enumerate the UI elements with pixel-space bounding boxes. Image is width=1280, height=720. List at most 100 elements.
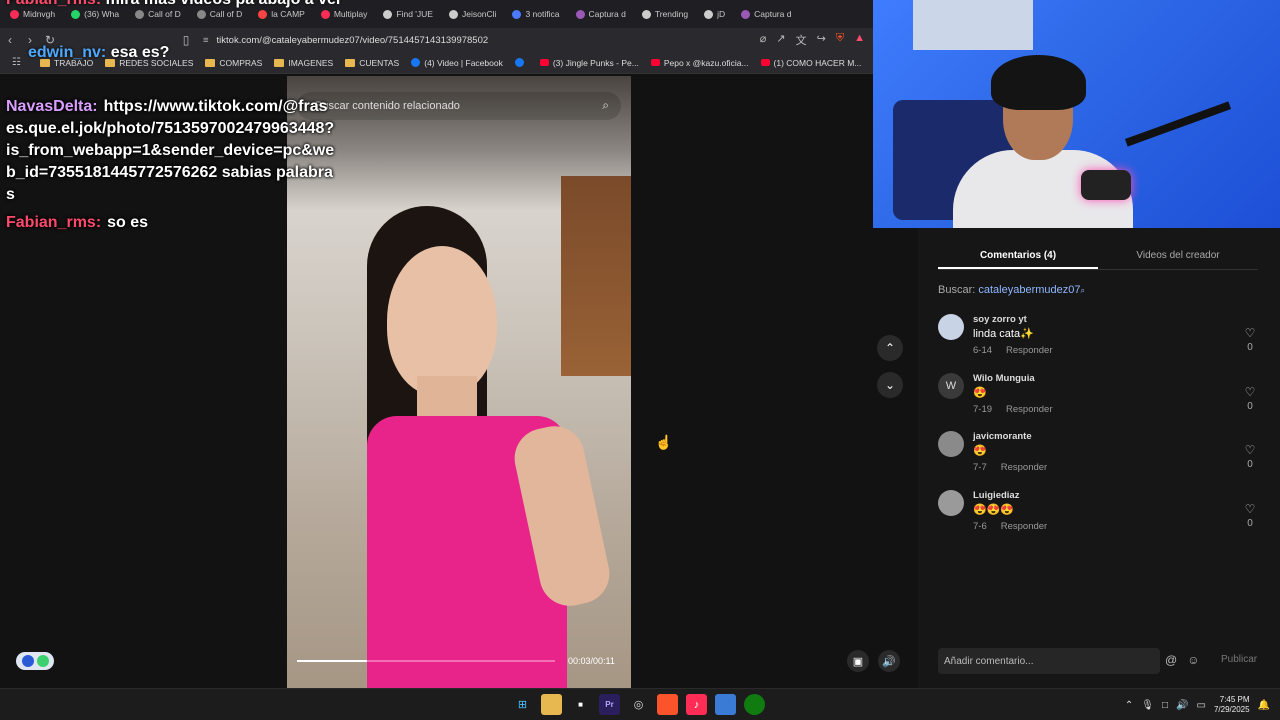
browser-tab[interactable]: Captura d [570, 3, 634, 25]
search-term-link[interactable]: cataleyabermudez07 [978, 284, 1080, 296]
search-icon[interactable]: ⌕ [602, 98, 609, 113]
miniplayer-button[interactable]: ▣ [847, 650, 869, 672]
tab-comments[interactable]: Comentarios (4) [938, 242, 1098, 269]
store-icon[interactable] [715, 694, 736, 715]
tray-chevron-up-icon[interactable]: ⌃ [1125, 700, 1133, 711]
video-person-face [387, 246, 497, 396]
browser-tab[interactable]: Captura d [735, 3, 799, 25]
bookmark-label: CUENTAS [359, 57, 400, 68]
brave-shield-icon[interactable]: ⛨ [836, 32, 844, 48]
comment-meta: 7-6 Responder [973, 521, 1047, 532]
url-field[interactable]: ≡ tiktok.com/@cataleyabermudez07/video/7… [203, 31, 843, 49]
reply-button[interactable]: Responder [1006, 404, 1052, 415]
bookmark-label: (3) Jingle Punks - Pe... [552, 57, 639, 68]
comment-meta: 7-7 Responder [973, 462, 1047, 473]
heart-icon[interactable]: ♡ [1242, 443, 1258, 457]
notification-bell-icon[interactable]: 🔔 [1258, 700, 1270, 711]
premiere-icon[interactable]: Pr [599, 694, 620, 715]
microphone-icon[interactable]: 🎙 [1141, 700, 1154, 711]
reply-button[interactable]: Responder [1001, 462, 1047, 473]
tab-label: Trending [654, 9, 689, 19]
bookmark-item[interactable]: COMPRAS [205, 58, 262, 68]
comment-author[interactable]: Luigiediaz [973, 490, 1019, 501]
url-text: tiktok.com/@cataleyabermudez07/video/751… [216, 34, 489, 46]
brave-icon[interactable] [657, 694, 678, 715]
heart-icon[interactable]: ♡ [1242, 385, 1258, 399]
tab-favicon-icon [258, 9, 268, 19]
heart-icon[interactable]: ♡ [1242, 502, 1258, 516]
battery-icon[interactable]: ▭ [1197, 700, 1206, 711]
browser-tab[interactable]: Trending [636, 3, 696, 25]
window-frame [561, 176, 631, 376]
bookmark-item[interactable]: (1) COMO HACER M... [760, 58, 861, 68]
bookmark-item[interactable]: (3) Jingle Punks - Pe... [539, 57, 639, 68]
avatar[interactable]: W [938, 372, 964, 399]
avatar[interactable] [938, 431, 964, 457]
browser-tab[interactable]: JeisonCli [443, 3, 505, 25]
file-explorer-icon[interactable] [541, 694, 562, 715]
clock-time: 7:45 PM [1219, 695, 1250, 704]
add-comment-placeholder: Añadir comentario... [944, 655, 1034, 667]
bookmark-item[interactable]: (4) Video | Facebook [411, 58, 503, 68]
previous-video-button[interactable]: ⌃ [877, 335, 903, 361]
emoji-icon[interactable]: ☺ [1187, 653, 1199, 667]
apps-grid-icon[interactable]: ☷ [12, 57, 21, 68]
epic-games-icon[interactable]: ■ [570, 694, 591, 715]
comment-item: W Wilo Munguia 😍 7-19 Responder ♡ 0 [938, 371, 1258, 425]
tab-label: Call of D [148, 9, 181, 19]
translate-icon[interactable]: 文 [796, 32, 807, 48]
mention-icon[interactable]: @ [1165, 653, 1177, 667]
tab-favicon-icon [383, 9, 393, 19]
reply-button[interactable]: Responder [1001, 521, 1047, 532]
chat-username: Fabian_rms: [6, 0, 101, 8]
comment-author[interactable]: Wilo Munguia [973, 373, 1035, 384]
search-suggestion[interactable]: Buscar: cataleyabermudez07⌕ [938, 284, 1085, 296]
comment-author[interactable]: javicmorante [973, 431, 1032, 442]
tab-creator-videos[interactable]: Videos del creador [1098, 242, 1258, 269]
tab-label: 3 notifica [525, 9, 560, 19]
comment-author[interactable]: soy zorro yt [973, 314, 1027, 325]
folder-icon [205, 58, 216, 67]
volume-button[interactable]: 🔊 [878, 650, 900, 672]
bookmark-item[interactable]: Pepo x @kazu.oficia... [650, 58, 749, 68]
video-progress-bar[interactable] [297, 660, 555, 662]
comment-meta: 6-14 Responder [973, 345, 1053, 356]
video-player[interactable] [287, 76, 631, 688]
publish-button[interactable]: Publicar [1221, 654, 1257, 665]
network-icon[interactable]: □ [1162, 700, 1168, 711]
clock[interactable]: 7:45 PM 7/29/2025 [1214, 695, 1250, 715]
reader-icon[interactable]: ⌀ [760, 32, 767, 48]
heart-icon[interactable]: ♡ [1242, 326, 1258, 340]
related-search-input[interactable]: Buscar contenido relacionado ⌕ [297, 92, 621, 120]
brave-rewards-icon[interactable]: ▲ [854, 32, 865, 48]
back-icon[interactable]: ‹ [0, 30, 20, 50]
add-comment-input[interactable]: Añadir comentario... [938, 648, 1160, 674]
search-icon: ⌕ [1080, 286, 1085, 295]
reply-button[interactable]: Responder [1006, 345, 1052, 356]
search-label: Buscar: [938, 284, 976, 296]
bookmark-item[interactable] [514, 58, 528, 67]
bookmark-label: (4) Video | Facebook [424, 57, 503, 68]
bookmark-item[interactable]: IMAGENES [274, 58, 333, 68]
windows-start-icon[interactable]: ⊞ [512, 694, 533, 715]
tiktok-icon[interactable]: ♪ [686, 694, 707, 715]
bookmark-item[interactable]: CUENTAS [345, 58, 399, 68]
open-external-icon[interactable]: ↗ [776, 32, 785, 48]
browser-tab[interactable]: jD [698, 3, 733, 25]
volume-tray-icon[interactable]: 🔊 [1176, 700, 1188, 711]
avatar[interactable] [938, 314, 964, 340]
folder-icon [274, 58, 285, 67]
obs-icon[interactable]: ◎ [628, 694, 649, 715]
avatar[interactable] [938, 489, 964, 516]
share-icon[interactable]: ↪ [817, 32, 826, 48]
browser-tab[interactable]: Find 'JUE [377, 3, 441, 25]
like-count: 0 [1247, 342, 1253, 353]
chat-username: Fabian_rms: [6, 214, 102, 231]
browser-tab[interactable]: 3 notifica [506, 3, 567, 25]
xbox-icon[interactable] [744, 694, 765, 715]
youtube-icon [760, 59, 770, 66]
next-video-button[interactable]: ⌄ [877, 372, 903, 398]
bookmark-icon[interactable]: ▯ [176, 30, 196, 50]
site-settings-icon[interactable]: ≡ [203, 35, 209, 46]
comments-panel: Comentarios (4) Videos del creador Buscar… [918, 228, 1280, 688]
